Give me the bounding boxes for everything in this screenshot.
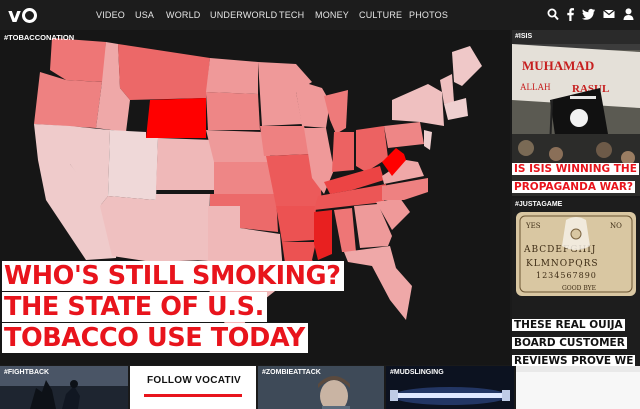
sidebar-story-isis[interactable]: MUHAMAD RASUL ALLAH #ISIS IS ISIS WINNIN…	[512, 30, 640, 196]
hero-feature[interactable]: #TOBACCONATION WHO'S STILL SMOKING? THE …	[0, 30, 510, 365]
bottom-hashtag-mudslinging[interactable]: #MUDSLINGING	[390, 369, 444, 376]
state-north-dakota	[206, 58, 258, 94]
nav-item-photos[interactable]: PHOTOS	[409, 0, 448, 30]
state-arkansas	[276, 206, 316, 242]
bottom-tile-fightback[interactable]: #FIGHTBACK	[0, 366, 128, 409]
bottom-hashtag-zombieattack[interactable]: #ZOMBIEATTACK	[262, 369, 321, 376]
sidebar-title-ouija: THESE REAL OUIJA BOARD CUSTOMER REVIEWS …	[512, 315, 636, 366]
search-icon[interactable]	[547, 8, 559, 21]
sidebar-story-ouija[interactable]: YES NO ABCDEFGHIJ KLMNOPQRS 1234567890 G…	[512, 198, 640, 366]
white-tile-photo	[516, 366, 640, 409]
nav-item-money[interactable]: MONEY	[315, 0, 349, 30]
headline-line-3: TOBACCO USE TODAY	[2, 323, 308, 353]
nav-item-culture[interactable]: CULTURE	[359, 0, 402, 30]
nav-icon-group	[547, 8, 634, 22]
svg-text:NO: NO	[610, 222, 622, 230]
bottom-tile-white[interactable]	[516, 366, 640, 409]
hero-hashtag[interactable]: #TOBACCONATION	[4, 33, 74, 42]
svg-text:KLMNOPQRS: KLMNOPQRS	[526, 259, 599, 269]
twitter-icon[interactable]	[582, 8, 595, 20]
sidebar-title-isis: IS ISIS WINNING THE PROPAGANDA WAR?	[512, 163, 639, 193]
nav-item-underworld[interactable]: UNDERWORLD	[210, 0, 277, 30]
state-kansas	[214, 162, 274, 194]
state-utah	[108, 130, 158, 200]
vocativ-logo[interactable]: vcativ	[8, 3, 80, 51]
email-icon[interactable]	[603, 8, 615, 20]
nav-item-usa[interactable]: USA	[135, 0, 154, 30]
nav-item-tech[interactable]: TECH	[279, 0, 304, 30]
state-mississippi	[314, 210, 332, 260]
follow-underline	[144, 394, 242, 397]
svg-text:ALLAH: ALLAH	[520, 82, 551, 92]
svg-text:1234567890: 1234567890	[536, 271, 597, 280]
nav-item-world[interactable]: WORLD	[166, 0, 201, 30]
bottom-tile-zombieattack[interactable]: #ZOMBIEATTACK	[258, 366, 384, 409]
state-indiana	[332, 132, 354, 172]
state-south-dakota	[206, 92, 260, 130]
bottom-tile-mudslinging[interactable]: #MUDSLINGING	[386, 366, 514, 409]
follow-vocativ-tile[interactable]: FOLLOW VOCATIV	[130, 366, 256, 409]
follow-vocativ-label: FOLLOW VOCATIV	[146, 375, 241, 386]
state-wyoming	[146, 98, 206, 138]
facebook-icon[interactable]	[567, 8, 574, 21]
svg-text:YES: YES	[525, 222, 541, 230]
sidebar-hashtag-justagame[interactable]: #JUSTAGAME	[515, 201, 562, 208]
svg-text:GOOD BYE: GOOD BYE	[562, 285, 596, 292]
headline-line-2: THE STATE OF U.S.	[2, 292, 267, 322]
state-iowa	[260, 126, 312, 156]
bottom-hashtag-fightback[interactable]: #FIGHTBACK	[4, 369, 49, 376]
state-new-mexico	[150, 194, 210, 262]
sidebar-hashtag-isis[interactable]: #ISIS	[515, 33, 532, 40]
nav-item-video[interactable]: VIDEO	[96, 0, 125, 30]
hero-headline[interactable]: WHO'S STILL SMOKING? THE STATE OF U.S. T…	[2, 261, 344, 355]
state-colorado	[156, 138, 214, 190]
svg-text:MUHAMAD: MUHAMAD	[522, 58, 594, 73]
state-pennsylvania	[384, 122, 424, 148]
top-navigation: vcativ VIDEO USA WORLD UNDERWORLD TECH M…	[0, 0, 640, 51]
headline-line-1: WHO'S STILL SMOKING?	[2, 261, 344, 291]
user-icon[interactable]	[623, 8, 634, 20]
